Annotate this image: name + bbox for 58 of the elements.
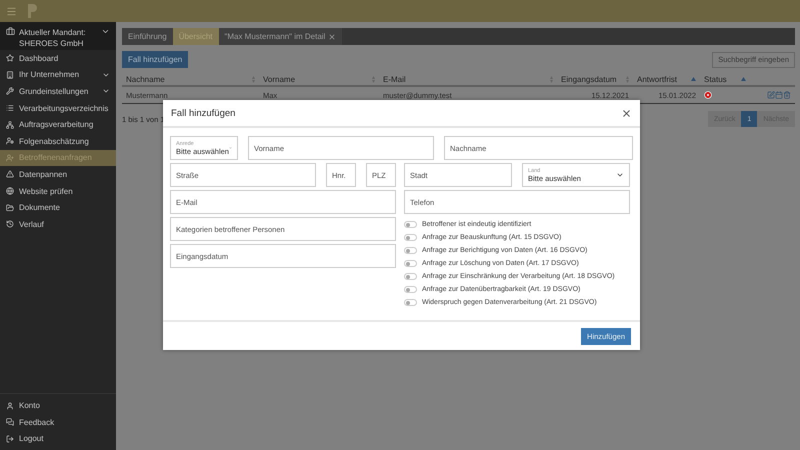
- sidebar-item[interactable]: Feedback: [0, 414, 116, 430]
- logout-icon: [6, 434, 14, 443]
- dialog-title: Fall hinzufügen: [171, 108, 236, 118]
- current-client: Aktueller Mandant: SHEROES GmbH: [19, 27, 87, 49]
- add-case-button[interactable]: Fall hinzufügen: [122, 51, 188, 68]
- column-header[interactable]: Antwortfrist: [637, 74, 678, 84]
- toggle-switch[interactable]: [404, 272, 417, 280]
- sidebar-item[interactable]: Verlauf: [0, 216, 116, 233]
- menu-icon[interactable]: [6, 6, 17, 16]
- sidebar-item[interactable]: Konto: [0, 397, 116, 414]
- history-icon: [6, 220, 14, 228]
- column-header[interactable]: Status: [704, 74, 727, 84]
- user-plus-icon: [6, 154, 14, 162]
- close-icon[interactable]: [621, 108, 632, 118]
- sidebar-item[interactable]: Dokumente: [0, 199, 116, 216]
- toggle-switch[interactable]: [404, 286, 417, 293]
- toggle-switch[interactable]: [404, 246, 417, 254]
- close-icon[interactable]: [328, 32, 336, 40]
- sidebar-item[interactable]: Folgenabschätzung: [0, 132, 116, 150]
- network-icon: [6, 120, 14, 129]
- toggle-switch[interactable]: [404, 220, 417, 228]
- status-error-icon: [704, 91, 712, 99]
- chevron-down-icon: [616, 171, 624, 179]
- toggle-switch[interactable]: [404, 234, 417, 241]
- chat-icon: [6, 418, 14, 426]
- toggle-switch[interactable]: [404, 298, 417, 306]
- sidebar-item[interactable]: Ihr Unternehmen: [0, 66, 116, 84]
- list-icon: [6, 104, 14, 112]
- star-icon: [6, 54, 14, 62]
- column-header[interactable]: Vorname: [263, 74, 296, 84]
- user-gear-icon: [6, 137, 14, 146]
- user-icon: [6, 402, 14, 410]
- sidebar-item[interactable]: Auftragsverarbeitung: [0, 116, 116, 133]
- delete-icon[interactable]: [783, 91, 791, 99]
- globe-icon: [6, 187, 14, 196]
- logo-icon: [27, 3, 39, 19]
- edit-icon[interactable]: [767, 91, 775, 99]
- tab[interactable]: Einführung: [122, 28, 173, 45]
- sidebar-item[interactable]: Verarbeitungsverzeichnis: [0, 100, 116, 116]
- calendar-icon[interactable]: [775, 91, 783, 99]
- sort-up-icon[interactable]: [691, 77, 696, 81]
- column-header[interactable]: Nachname: [126, 74, 165, 84]
- sidebar-item[interactable]: Logout: [0, 430, 116, 447]
- briefcase-icon: [6, 27, 15, 36]
- toggle-switch[interactable]: [404, 260, 417, 267]
- sort-up-icon[interactable]: [741, 77, 746, 81]
- sidebar-item[interactable]: Datenpannen: [0, 166, 116, 183]
- sidebar-item[interactable]: Dashboard: [0, 50, 116, 67]
- warning-icon: [6, 170, 14, 178]
- column-header[interactable]: E-Mail: [383, 74, 406, 84]
- sidebar-item[interactable]: Website prüfen: [0, 182, 116, 200]
- tab[interactable]: "Max Mustermann" im Detail: [218, 28, 342, 45]
- building-icon: [6, 70, 14, 79]
- sidebar-item[interactable]: Grundeinstellungen: [0, 83, 116, 100]
- column-header[interactable]: Eingangsdatum: [561, 74, 617, 84]
- folder-icon: [6, 204, 14, 212]
- chevron-down-icon[interactable]: [101, 27, 110, 36]
- wrench-icon: [6, 87, 14, 96]
